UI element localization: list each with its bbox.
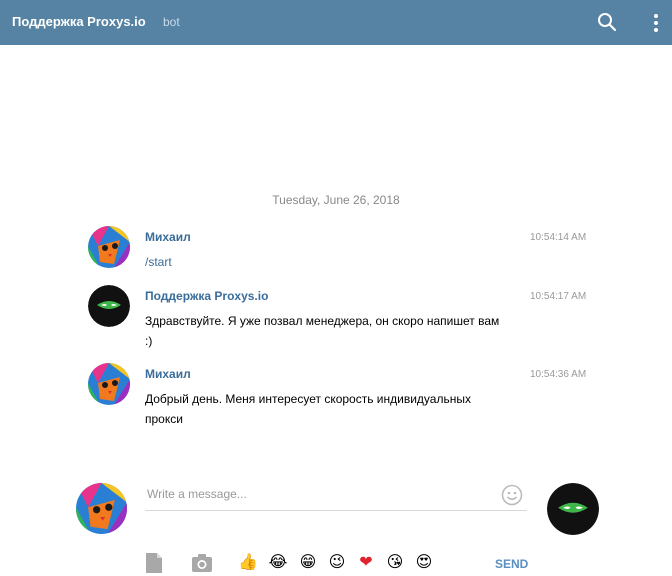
attach-file-icon[interactable] bbox=[145, 553, 163, 573]
search-icon[interactable] bbox=[597, 12, 617, 32]
message-text: Здравствуйте. Я уже позвал менеджера, он… bbox=[145, 314, 500, 348]
chat-header: Поддержка Proxys.io bot bbox=[0, 0, 672, 45]
message-text[interactable]: /start bbox=[145, 252, 505, 272]
message-time: 10:54:36 AM bbox=[530, 369, 587, 380]
chat-title[interactable]: Поддержка Proxys.io bbox=[12, 14, 146, 29]
message-sender[interactable]: Михаил bbox=[145, 230, 191, 244]
message-sender[interactable]: Поддержка Proxys.io bbox=[145, 289, 268, 303]
grin-emoji[interactable]: 😁 bbox=[298, 552, 318, 572]
tears-of-joy-emoji[interactable]: 😂 bbox=[268, 552, 288, 572]
heart-emoji[interactable]: ❤ bbox=[356, 552, 376, 572]
send-button[interactable]: SEND bbox=[495, 557, 528, 571]
message-sender[interactable]: Михаил bbox=[145, 367, 191, 381]
message-item: Михаил 10:54:36 AM Добрый день. Меня инт… bbox=[88, 363, 608, 426]
colorful-cat-avatar[interactable] bbox=[88, 226, 130, 268]
message-item: Михаил 10:54:14 AM /start bbox=[88, 226, 608, 270]
message-time: 10:54:14 AM bbox=[530, 232, 587, 243]
colorful-cat-avatar[interactable] bbox=[88, 363, 130, 405]
camera-icon[interactable] bbox=[191, 553, 213, 573]
heart-eyes-emoji[interactable]: 😍 bbox=[414, 552, 434, 572]
more-vertical-icon[interactable] bbox=[652, 12, 660, 34]
message-time: 10:54:17 AM bbox=[530, 291, 587, 302]
emoji-icon[interactable] bbox=[501, 484, 523, 506]
wink-emoji[interactable]: 😉 bbox=[327, 552, 347, 572]
message-item: Поддержка Proxys.io 10:54:17 AM Здравств… bbox=[88, 285, 608, 348]
message-text: Добрый день. Меня интересует скорость ин… bbox=[145, 392, 471, 426]
ninja-mask-bot-avatar[interactable] bbox=[88, 285, 130, 327]
bot-commands-avatar[interactable] bbox=[547, 483, 599, 535]
bot-badge: bot bbox=[163, 15, 180, 29]
message-input[interactable] bbox=[145, 478, 527, 511]
my-avatar bbox=[76, 483, 127, 534]
thumbs-up-emoji[interactable]: 👍 bbox=[238, 552, 258, 572]
kiss-emoji[interactable]: 😘 bbox=[385, 552, 405, 572]
date-separator: Tuesday, June 26, 2018 bbox=[272, 193, 400, 207]
